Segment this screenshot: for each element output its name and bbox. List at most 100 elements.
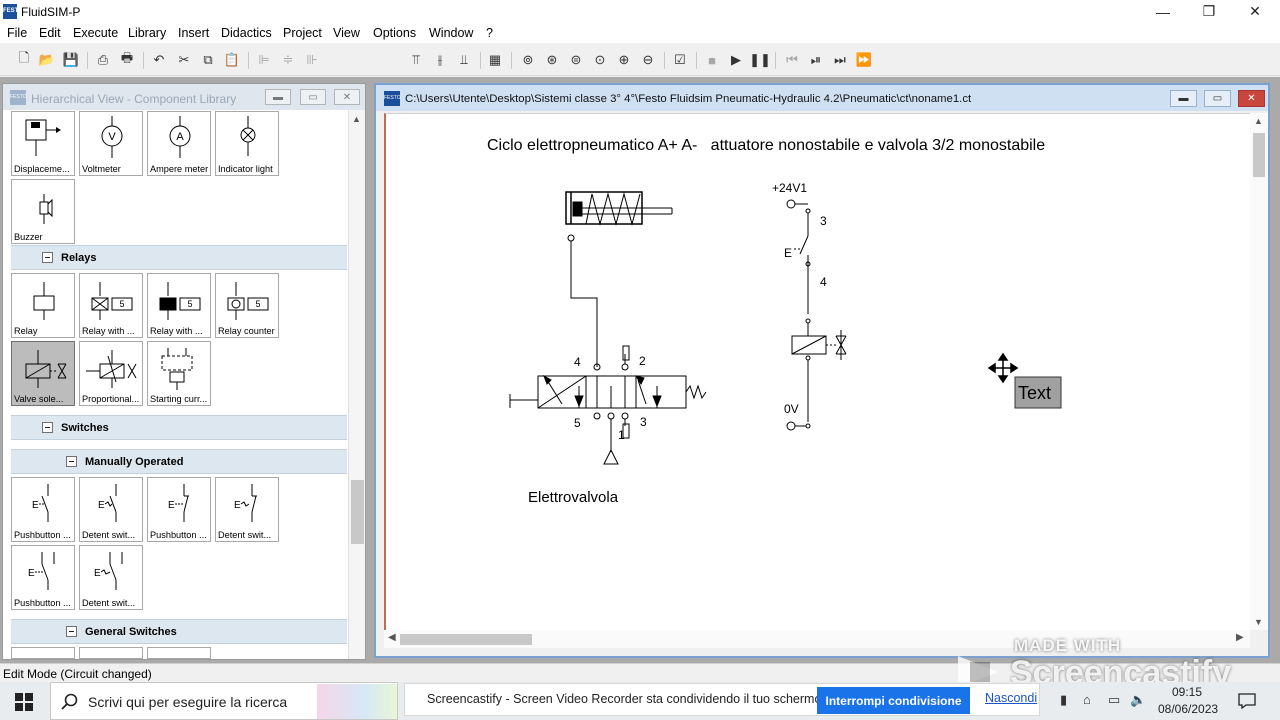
- vertical-scroll-thumb[interactable]: [1253, 133, 1265, 177]
- collapse-icon[interactable]: [42, 252, 53, 263]
- reset-icon[interactable]: ⏮: [783, 51, 801, 69]
- library-tile-valve-solenoid[interactable]: Valve sole...: [11, 341, 75, 406]
- library-tile-partial[interactable]: [79, 647, 143, 659]
- solenoid-valve-5-2[interactable]: [509, 345, 707, 465]
- zoom-out-icon[interactable]: ⊖: [639, 51, 657, 69]
- menu-execute[interactable]: Execute: [73, 26, 118, 40]
- library-tile-detent-switch-no[interactable]: E Detent swit...: [79, 477, 143, 542]
- fast-forward-icon[interactable]: ⏩: [855, 51, 873, 69]
- volume-icon[interactable]: 🔈: [1130, 692, 1146, 708]
- notifications-icon[interactable]: [1238, 693, 1256, 709]
- library-tile-displacement-encoder[interactable]: Displaceme...: [11, 111, 75, 176]
- taskbar-search-box[interactable]: Scrivi qui per eseguire la ricerca: [50, 682, 398, 720]
- library-tile-relay-counter[interactable]: 5 Relay counter: [215, 273, 279, 338]
- step-icon[interactable]: ⏯: [807, 51, 825, 69]
- zoom-in-icon[interactable]: ⊕: [615, 51, 633, 69]
- paste-icon[interactable]: 📋: [223, 51, 241, 69]
- play-icon[interactable]: ▶: [727, 51, 745, 69]
- library-tile-pushbutton-no[interactable]: E Pushbutton ...: [11, 477, 75, 542]
- group-general-switches[interactable]: General Switches: [11, 619, 347, 644]
- grid-icon[interactable]: ▦: [486, 51, 504, 69]
- align-top-icon[interactable]: ⫪: [407, 51, 425, 69]
- library-title-bar[interactable]: FESTO Hierarchical View - Component Libr…: [3, 84, 365, 110]
- double-acting-cylinder[interactable]: [565, 191, 673, 367]
- library-tile-starting-current-limiter[interactable]: Starting curr...: [147, 341, 211, 406]
- library-minimize-button[interactable]: ▬: [265, 89, 291, 105]
- cut-icon[interactable]: ✂: [175, 51, 193, 69]
- circuit-maximize-button[interactable]: ▭: [1204, 90, 1231, 107]
- circuit-diagram[interactable]: Ciclo elettropneumatico A+ A- attuatore …: [386, 114, 1252, 631]
- library-tile-buzzer[interactable]: Buzzer: [11, 179, 75, 244]
- menu-window[interactable]: Window: [429, 26, 473, 40]
- zoom-window-icon[interactable]: ⊜: [567, 51, 585, 69]
- scroll-up-icon[interactable]: ▲: [352, 114, 361, 124]
- circuit-minimize-button[interactable]: ▬: [1170, 90, 1197, 107]
- electrical-ladder[interactable]: [786, 199, 847, 431]
- minimize-button[interactable]: —: [1140, 0, 1186, 23]
- new-icon[interactable]: 🗋: [15, 50, 33, 69]
- library-tile-ampere-meter[interactable]: A Ampere meter: [147, 111, 211, 176]
- horizontal-scroll-thumb[interactable]: [400, 634, 532, 645]
- library-tile-detent-switch-changeover[interactable]: E Detent swit...: [79, 545, 143, 610]
- library-tile-pushbutton-changeover[interactable]: E Pushbutton ...: [11, 545, 75, 610]
- align-center-icon[interactable]: ≑: [279, 51, 297, 69]
- circuit-vertical-scrollbar[interactable]: ▲ ▼: [1250, 113, 1268, 630]
- menu-help[interactable]: ?: [486, 26, 493, 40]
- clock-date[interactable]: 08/06/2023: [1158, 702, 1218, 716]
- menu-library[interactable]: Library: [128, 26, 166, 40]
- usb-icon[interactable]: ▮: [1060, 692, 1067, 708]
- library-tile-partial[interactable]: [11, 647, 75, 659]
- library-maximize-button[interactable]: ▭: [300, 89, 326, 105]
- zoom-circuit-icon[interactable]: ⊛: [543, 51, 561, 69]
- circuit-canvas[interactable]: Ciclo elettropneumatico A+ A- attuatore …: [384, 113, 1250, 630]
- menu-project[interactable]: Project: [283, 26, 322, 40]
- menu-insert[interactable]: Insert: [178, 26, 209, 40]
- library-tile-relay-with-switch-on-delay[interactable]: 5 Relay with ...: [79, 273, 143, 338]
- library-tile-indicator-light[interactable]: Indicator light: [215, 111, 279, 176]
- circuit-title-bar[interactable]: FESTO C:\Users\Utente\Desktop\Sistemi cl…: [376, 85, 1268, 111]
- library-tile-partial[interactable]: [147, 647, 211, 659]
- menu-options[interactable]: Options: [373, 26, 416, 40]
- check-drawing-icon[interactable]: ☑: [671, 51, 689, 69]
- library-tile-relay[interactable]: Relay: [11, 273, 75, 338]
- zoom-1to1-icon[interactable]: ⊚: [519, 51, 537, 69]
- print-preview-icon[interactable]: ⎙: [94, 51, 112, 69]
- collapse-icon[interactable]: [66, 456, 77, 467]
- circuit-close-button[interactable]: ✕: [1238, 90, 1265, 107]
- group-switches[interactable]: Switches: [11, 415, 347, 440]
- collapse-icon[interactable]: [42, 422, 53, 433]
- collapse-icon[interactable]: [66, 626, 77, 637]
- align-left-icon[interactable]: ⊫: [255, 51, 273, 69]
- library-scrollbar[interactable]: ▲: [348, 110, 365, 659]
- align-middle-icon[interactable]: ⫲: [431, 51, 449, 69]
- menu-view[interactable]: View: [333, 26, 360, 40]
- scroll-down-icon[interactable]: ▼: [1254, 617, 1263, 627]
- zoom-region-icon[interactable]: ⊙: [591, 51, 609, 69]
- library-scroll-thumb[interactable]: [351, 480, 364, 544]
- scroll-up-icon[interactable]: ▲: [1254, 116, 1263, 126]
- battery-icon[interactable]: ▭: [1108, 692, 1120, 708]
- align-right-icon[interactable]: ⊪: [303, 51, 321, 69]
- stop-icon[interactable]: ■: [703, 51, 721, 69]
- pause-icon[interactable]: ❚❚: [749, 51, 771, 69]
- stop-sharing-button[interactable]: Interrompi condivisione: [817, 687, 970, 714]
- library-tile-pushbutton-nc[interactable]: E Pushbutton ...: [147, 477, 211, 542]
- hide-link[interactable]: Nascondi: [985, 691, 1037, 705]
- library-tile-proportional-solenoid[interactable]: Proportional...: [79, 341, 143, 406]
- print-icon[interactable]: 🖶: [118, 50, 136, 69]
- network-icon[interactable]: ⌂: [1083, 692, 1091, 707]
- menu-file[interactable]: File: [7, 26, 27, 40]
- windows-start-icon[interactable]: [15, 693, 33, 711]
- undo-icon[interactable]: ↶: [150, 51, 168, 69]
- group-manually-operated[interactable]: Manually Operated: [11, 449, 347, 474]
- library-close-button[interactable]: ✕: [334, 89, 360, 105]
- scroll-left-icon[interactable]: ◀: [388, 632, 396, 643]
- step-forward-icon[interactable]: ⏭: [831, 51, 849, 69]
- save-icon[interactable]: 💾: [62, 51, 80, 69]
- clock-time[interactable]: 09:15: [1172, 685, 1202, 699]
- library-tile-relay-with-switch-off-delay[interactable]: 5 Relay with ...: [147, 273, 211, 338]
- library-tile-voltmeter[interactable]: V Voltmeter: [79, 111, 143, 176]
- maximize-button[interactable]: ❐: [1186, 0, 1232, 23]
- menu-edit[interactable]: Edit: [39, 26, 61, 40]
- copy-icon[interactable]: ⧉: [199, 51, 217, 69]
